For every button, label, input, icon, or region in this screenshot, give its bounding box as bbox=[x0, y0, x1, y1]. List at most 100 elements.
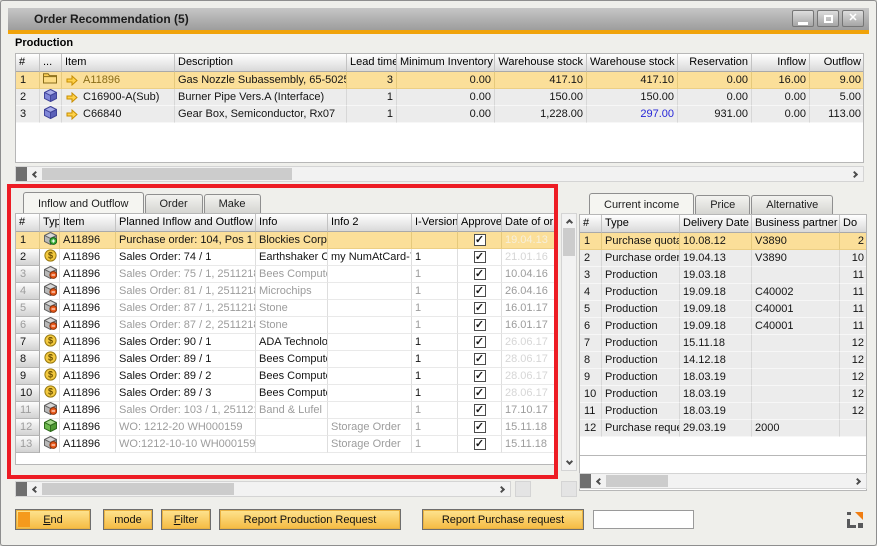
row-number[interactable]: 2 bbox=[16, 249, 40, 266]
minimize-button[interactable] bbox=[792, 10, 814, 27]
table-row[interactable]: 2C16900-A(Sub)Burner Pipe Vers.A (Interf… bbox=[16, 89, 863, 106]
cell-approved[interactable]: ✓ bbox=[458, 232, 502, 249]
cell-doc[interactable]: 12 bbox=[840, 369, 867, 386]
cell-doc[interactable]: 2 bbox=[840, 233, 867, 250]
scroll-left-button[interactable] bbox=[591, 474, 606, 488]
row-number[interactable]: 6 bbox=[580, 318, 602, 335]
cell-i-version[interactable] bbox=[412, 232, 458, 249]
approved-checkbox[interactable]: ✓ bbox=[474, 438, 486, 450]
cell-i-version[interactable]: 1 bbox=[412, 419, 458, 436]
cell-info-2[interactable] bbox=[328, 385, 412, 402]
cell-item[interactable]: A11896 bbox=[60, 266, 116, 283]
cell-delivery-date[interactable]: 19.09.18 bbox=[680, 318, 752, 335]
cell-description[interactable]: Gear Box, Semiconductor, Rx07 bbox=[175, 106, 347, 123]
cell-approved[interactable]: ✓ bbox=[458, 419, 502, 436]
table-row[interactable]: 10$A11896Sales Order: 89 / 3Bees Compute… bbox=[16, 385, 556, 402]
table-row[interactable]: 9$A11896Sales Order: 89 / 2Bees Computer… bbox=[16, 368, 556, 385]
table-row[interactable]: 10Production18.03.1912 bbox=[580, 386, 866, 403]
cell-item[interactable]: A11896 bbox=[60, 402, 116, 419]
cell-business-partner[interactable] bbox=[752, 352, 840, 369]
titlebar[interactable]: Order Recommendation (5) ✕ bbox=[8, 8, 869, 30]
table-row[interactable]: 2Purchase order19.04.13V389010 bbox=[580, 250, 866, 267]
cell-info[interactable]: Bees Computers bbox=[256, 385, 328, 402]
cell-reservation[interactable]: 931.00 bbox=[678, 106, 752, 123]
cell-outflow[interactable]: 5.00 bbox=[810, 89, 864, 106]
cell-info-2[interactable]: Storage Order bbox=[328, 419, 412, 436]
cell-doc[interactable]: 11 bbox=[840, 267, 867, 284]
row-number[interactable]: 5 bbox=[16, 300, 40, 317]
cell-business-partner[interactable]: C40002 bbox=[752, 284, 840, 301]
table-row[interactable]: 4A11896Sales Order: 81 / 1, 2511218Micro… bbox=[16, 283, 556, 300]
cell-info[interactable]: Bees Computers bbox=[256, 368, 328, 385]
cell-item[interactable]: A11896 bbox=[60, 283, 116, 300]
cell-minimum-inventory[interactable]: 0.00 bbox=[397, 89, 495, 106]
cell-i-version[interactable]: 1 bbox=[412, 249, 458, 266]
cell-business-partner[interactable] bbox=[752, 267, 840, 284]
cell-lead-time[interactable]: 1 bbox=[347, 106, 397, 123]
approved-checkbox[interactable]: ✓ bbox=[474, 319, 486, 331]
row-number[interactable]: 1 bbox=[16, 72, 40, 89]
close-button[interactable]: ✕ bbox=[842, 10, 864, 27]
cell-info-2[interactable]: my NumAtCard-74 bbox=[328, 249, 412, 266]
table-row[interactable]: 1Purchase quotatio10.08.12V38902 bbox=[580, 233, 866, 250]
table-row[interactable]: 3Production19.03.18 11 bbox=[580, 267, 866, 284]
cell-planned-inflow-outflow[interactable]: Sales Order: 74 / 1 bbox=[116, 249, 256, 266]
cell-item[interactable]: A11896 bbox=[60, 419, 116, 436]
cell-delivery-date[interactable]: 19.03.18 bbox=[680, 267, 752, 284]
approved-checkbox[interactable]: ✓ bbox=[474, 251, 486, 263]
cell-business-partner[interactable]: V3890 bbox=[752, 233, 840, 250]
row-number[interactable]: 3 bbox=[16, 106, 40, 123]
table-row[interactable]: 8Production14.12.1812 bbox=[580, 352, 866, 369]
cell-warehouse-stock-2[interactable]: 150.00 bbox=[587, 89, 678, 106]
row-number[interactable]: 3 bbox=[580, 267, 602, 284]
cell-inflow[interactable]: 0.00 bbox=[752, 106, 810, 123]
scrollbar-track[interactable] bbox=[562, 228, 576, 456]
cell-outflow[interactable]: 113.00 bbox=[810, 106, 864, 123]
cell-info-2[interactable] bbox=[328, 232, 412, 249]
cell-planned-inflow-outflow[interactable]: WO:1212-10-10 WH000159 bbox=[116, 436, 256, 453]
cell-description[interactable]: Gas Nozzle Subassembly, 65-50254 bbox=[175, 72, 347, 89]
filter-button[interactable]: Filter bbox=[161, 509, 211, 530]
row-number[interactable]: 6 bbox=[16, 317, 40, 334]
tab-price[interactable]: Price bbox=[695, 195, 750, 214]
cell-doc[interactable]: 11 bbox=[840, 301, 867, 318]
cell-date-of-order[interactable]: 28.06.17 bbox=[502, 385, 557, 402]
cell-i-version[interactable]: 1 bbox=[412, 402, 458, 419]
cell-delivery-date[interactable]: 18.03.19 bbox=[680, 403, 752, 420]
cell-business-partner[interactable] bbox=[752, 335, 840, 352]
cell-inflow[interactable]: 0.00 bbox=[752, 89, 810, 106]
cell-date-of-order[interactable]: 17.10.17 bbox=[502, 402, 557, 419]
cell-approved[interactable]: ✓ bbox=[458, 317, 502, 334]
cell-approved[interactable]: ✓ bbox=[458, 436, 502, 453]
table-row[interactable]: 4Production19.09.18C4000211 bbox=[580, 284, 866, 301]
cell-date-of-order[interactable]: 19.04.13 bbox=[502, 232, 557, 249]
row-number[interactable]: 9 bbox=[580, 369, 602, 386]
approved-checkbox[interactable]: ✓ bbox=[474, 353, 486, 365]
scroll-down-button[interactable] bbox=[562, 456, 576, 470]
cell-type[interactable]: Production bbox=[602, 267, 680, 284]
row-number[interactable]: 2 bbox=[580, 250, 602, 267]
cell-business-partner[interactable] bbox=[752, 386, 840, 403]
cell-planned-inflow-outflow[interactable]: Sales Order: 89 / 3 bbox=[116, 385, 256, 402]
row-number[interactable]: 2 bbox=[16, 89, 40, 106]
cell-doc[interactable]: 11 bbox=[840, 318, 867, 335]
row-number[interactable]: 12 bbox=[580, 420, 602, 437]
cell-item[interactable]: A11896 bbox=[60, 351, 116, 368]
cell-item[interactable]: C66840 bbox=[62, 106, 175, 123]
table-row[interactable]: 6A11896Sales Order: 87 / 2, 2511218Stone… bbox=[16, 317, 556, 334]
cell-reservation[interactable]: 0.00 bbox=[678, 89, 752, 106]
approved-checkbox[interactable]: ✓ bbox=[474, 387, 486, 399]
table-row[interactable]: 1A11896Gas Nozzle Subassembly, 65-502543… bbox=[16, 72, 863, 89]
row-number[interactable]: 13 bbox=[16, 436, 40, 453]
approved-checkbox[interactable]: ✓ bbox=[474, 421, 486, 433]
cell-i-version[interactable]: 1 bbox=[412, 334, 458, 351]
cell-type[interactable]: Production bbox=[602, 335, 680, 352]
table-row[interactable]: 12Purchase request29.03.192000 bbox=[580, 420, 866, 437]
scrollbar-track[interactable] bbox=[42, 482, 495, 496]
cell-approved[interactable]: ✓ bbox=[458, 334, 502, 351]
row-number[interactable]: 7 bbox=[580, 335, 602, 352]
cell-approved[interactable]: ✓ bbox=[458, 283, 502, 300]
scroll-right-button[interactable] bbox=[851, 474, 866, 488]
cell-info-2[interactable] bbox=[328, 368, 412, 385]
row-number[interactable]: 9 bbox=[16, 368, 40, 385]
